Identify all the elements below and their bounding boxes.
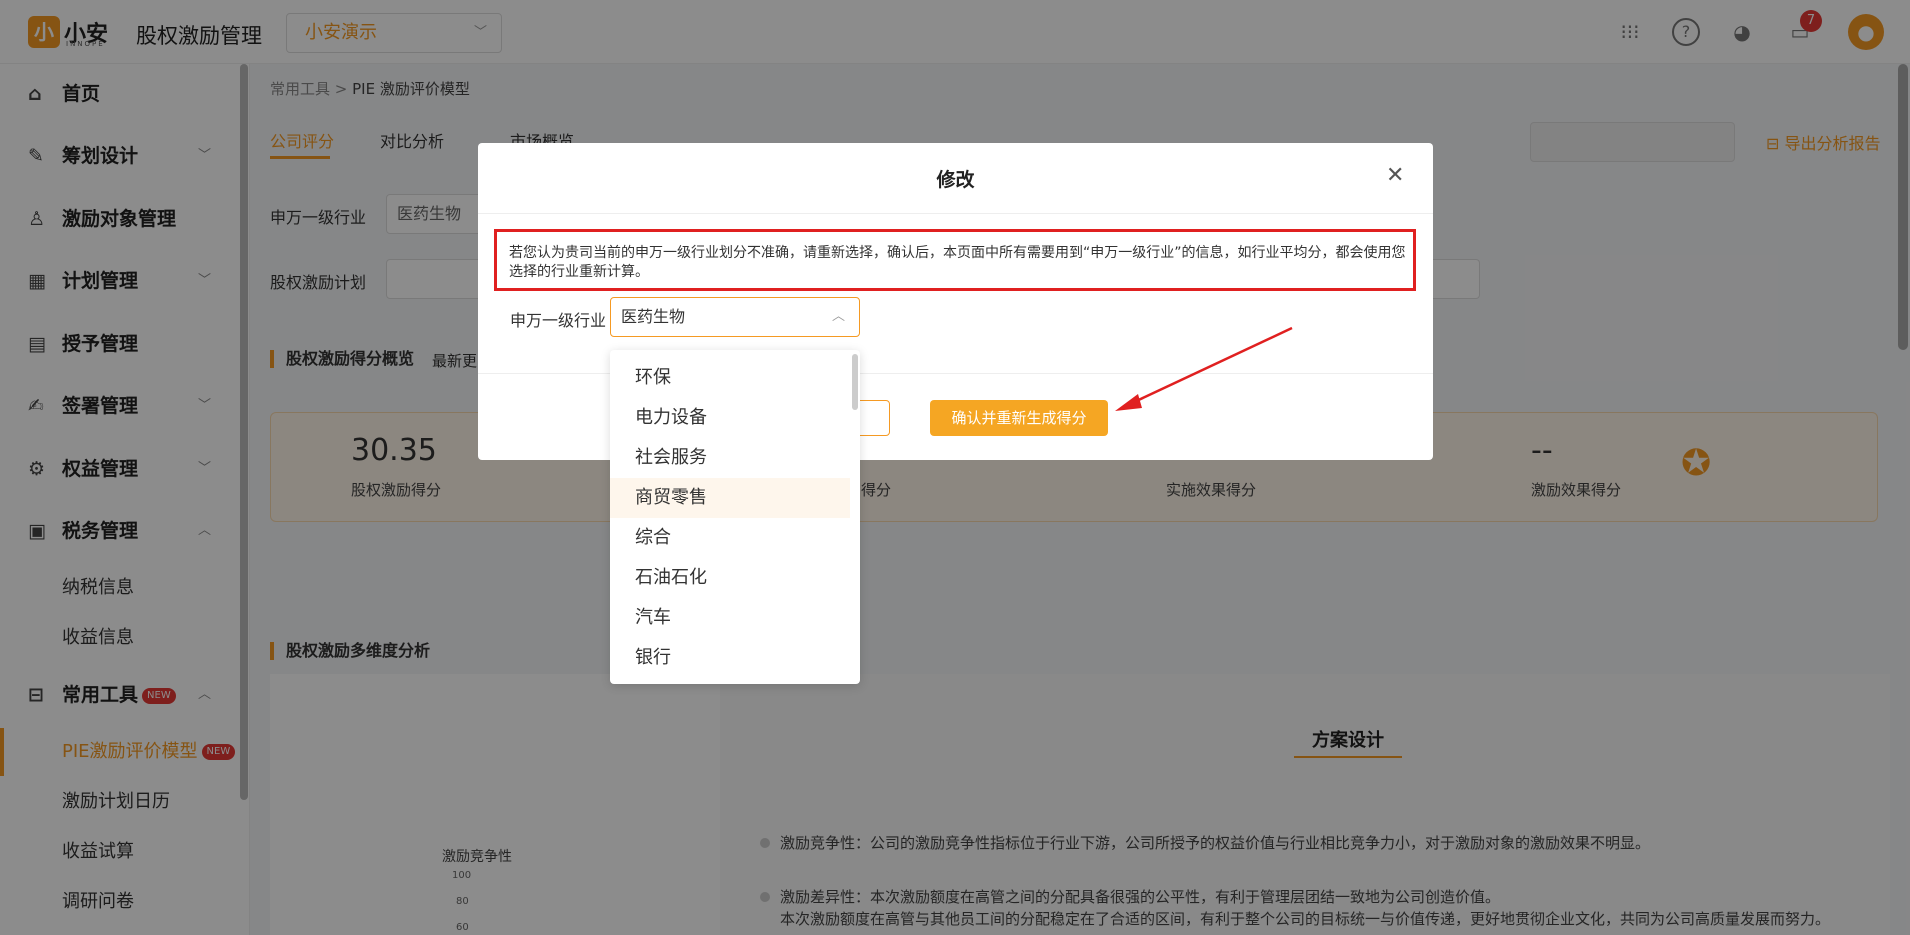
dropdown-option[interactable]: 社会服务: [610, 438, 850, 478]
dropdown-option[interactable]: 石油石化: [610, 558, 850, 598]
dropdown-option[interactable]: 汽车: [610, 598, 850, 638]
dropdown-option[interactable]: 银行: [610, 638, 850, 678]
industry-select-value: 医药生物: [621, 307, 686, 326]
dropdown-scrollbar[interactable]: [852, 354, 858, 410]
modal-notice: 若您认为贵司当前的申万一级行业划分不准确，请重新选择，确认后，本页面中所有需要用…: [494, 229, 1416, 291]
modal-title: 修改: [936, 169, 975, 191]
chevron-up-icon: ︿: [831, 309, 845, 324]
industry-dropdown: 环保 电力设备 社会服务 商贸零售 综合 石油石化 汽车 银行: [610, 350, 860, 684]
industry-field-label: 申万一级行业: [510, 311, 607, 330]
confirm-regenerate-button[interactable]: 确认并重新生成得分: [930, 400, 1108, 436]
dropdown-option[interactable]: 商贸零售: [610, 478, 850, 518]
close-icon[interactable]: ✕: [1386, 163, 1404, 188]
modal-divider: [478, 213, 1433, 214]
industry-select[interactable]: 医药生物 ︿: [610, 297, 860, 337]
dropdown-option[interactable]: 电力设备: [610, 398, 850, 438]
dropdown-option[interactable]: 环保: [610, 358, 850, 398]
dropdown-option[interactable]: 综合: [610, 518, 850, 558]
modal-overlay[interactable]: [0, 0, 1910, 935]
